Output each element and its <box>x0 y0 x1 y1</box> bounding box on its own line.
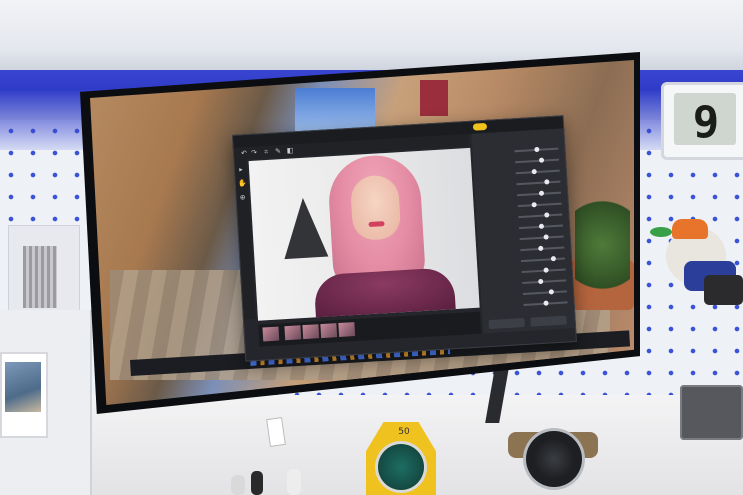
brush-icon[interactable]: ✎ <box>274 147 282 155</box>
thumbnail[interactable] <box>284 325 302 341</box>
figurine <box>287 469 301 495</box>
background-logo-shape <box>280 196 329 260</box>
speaker-grille <box>378 444 424 490</box>
photo-frame <box>0 352 48 438</box>
photo-editor-window[interactable]: ↶ ↷ ⌗ ✎ ◧ ▸ ✋ ⊕ <box>232 115 577 362</box>
apply-button[interactable] <box>530 315 567 327</box>
wallpaper-window-shutter <box>420 80 448 116</box>
figurine <box>251 471 263 495</box>
zoom-tool-icon[interactable]: ⊕ <box>238 193 246 201</box>
desk-figurines <box>225 465 305 495</box>
smartwatch <box>526 431 582 487</box>
undo-icon[interactable]: ↶ <box>240 149 248 157</box>
reset-button[interactable] <box>488 317 525 330</box>
hanging-towel-display <box>8 225 80 317</box>
wallpaper-plant <box>575 190 630 300</box>
digital-clock: 9 <box>661 82 743 160</box>
image-canvas[interactable] <box>248 147 480 321</box>
clock-screen: 9 <box>674 93 736 148</box>
small-camera <box>704 275 743 305</box>
select-tool-icon[interactable]: ▸ <box>237 165 245 173</box>
tablet-device <box>680 385 743 440</box>
monitor-screen: ↶ ↷ ⌗ ✎ ◧ ▸ ✋ ⊕ <box>90 60 634 405</box>
plush-hat <box>672 219 708 239</box>
adjustment-slider[interactable] <box>487 298 568 312</box>
portrait-face <box>349 174 402 241</box>
figurine <box>231 475 245 495</box>
redo-icon[interactable]: ↷ <box>250 148 258 157</box>
thumbnail[interactable] <box>320 323 338 339</box>
clock-digit: 9 <box>692 97 720 148</box>
upgrade-badge[interactable] <box>472 122 488 131</box>
towel <box>23 246 57 308</box>
thumbnail[interactable] <box>262 326 280 342</box>
portrait-sequin-dress <box>313 267 456 318</box>
hand-tool-icon[interactable]: ✋ <box>238 179 247 188</box>
adjustments-panel <box>471 128 576 334</box>
plush-leaf <box>650 227 672 237</box>
speaker-label: 50 <box>398 427 410 437</box>
compare-icon[interactable]: ◧ <box>286 146 294 154</box>
portrait-lips <box>368 221 385 228</box>
thumbnail[interactable] <box>338 322 356 337</box>
thumbnail[interactable] <box>302 324 320 340</box>
crop-icon[interactable]: ⌗ <box>262 148 270 156</box>
photo-image <box>5 362 41 412</box>
watch-face <box>534 439 574 479</box>
